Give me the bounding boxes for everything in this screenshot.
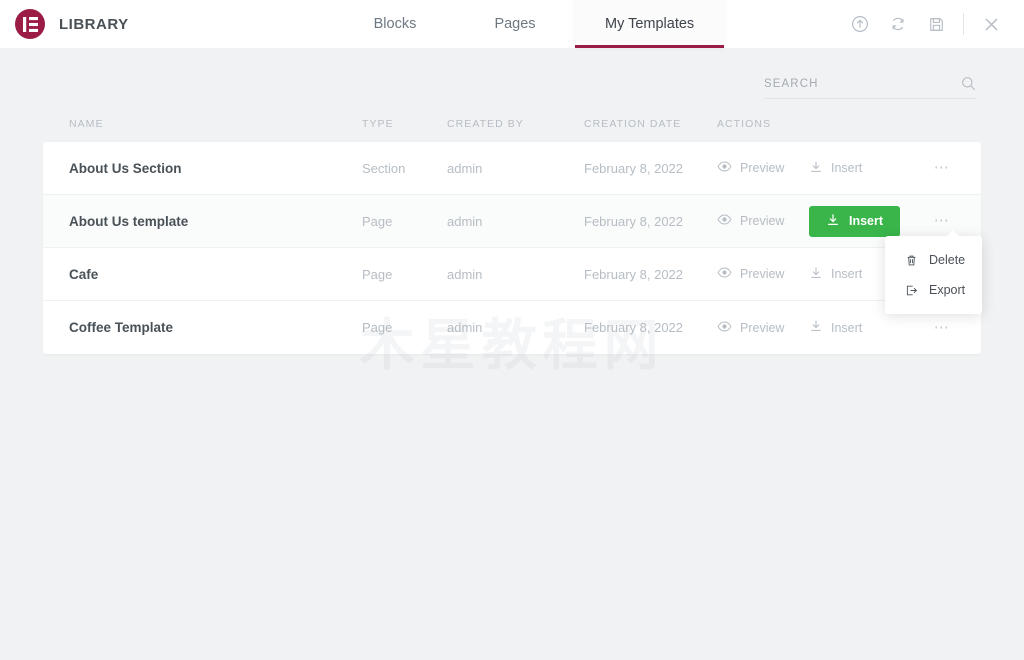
column-header-name: NAME <box>69 118 104 130</box>
cell-type: Page <box>362 320 393 335</box>
cell-name: About Us Section <box>69 160 182 176</box>
insert-button-active[interactable]: Insert <box>809 205 901 237</box>
preview-label: Preview <box>740 267 785 281</box>
insert-button[interactable]: Insert <box>809 160 901 177</box>
sync-icon[interactable] <box>879 0 917 48</box>
download-icon-glyph <box>828 213 838 225</box>
close-icon[interactable] <box>972 0 1010 48</box>
cell-creation-date: February 8, 2022 <box>584 160 684 176</box>
cell-created-by: admin <box>447 320 483 335</box>
sync-icon-glyph <box>892 17 904 31</box>
search-icon[interactable] <box>961 76 976 91</box>
preview-label: Preview <box>740 320 785 335</box>
row-context-menu: Delete Export <box>885 230 982 314</box>
library-tabs: Blocks Pages My Templates <box>335 0 725 48</box>
cell-type: Section <box>362 160 406 176</box>
tab-my-templates[interactable]: My Templates <box>575 0 725 48</box>
download-icon-glyph <box>811 266 821 278</box>
trash-icon-glyph <box>907 255 916 265</box>
download-icon-glyph <box>811 160 821 172</box>
preview-button[interactable]: Preview <box>717 212 809 230</box>
table-header-row: NAME TYPE CREATED BY CREATION DATE ACTIO… <box>43 118 981 142</box>
preview-button[interactable]: Preview <box>717 319 809 337</box>
eye-icon <box>717 265 732 283</box>
cell-actions: Preview Insert ⋯ <box>717 205 982 314</box>
cell-name: Coffee Template <box>69 320 174 335</box>
cell-created-by: admin <box>447 266 483 282</box>
insert-label: Insert <box>831 267 863 281</box>
column-header-creation-date: CREATION DATE <box>584 118 682 130</box>
export-icon <box>905 284 919 297</box>
table-row[interactable]: Cafe Page admin February 8, 2022 Preview <box>43 248 981 301</box>
table-body: About Us Section Section admin February … <box>43 142 982 354</box>
column-header-type: TYPE <box>362 118 394 130</box>
column-header-created-by: CREATED BY <box>447 118 524 130</box>
library-title: LIBRARY <box>59 15 129 33</box>
eye-icon-glyph <box>717 161 732 172</box>
preview-label: Preview <box>740 161 785 175</box>
cell-type: Page <box>362 213 393 229</box>
elementor-logo[interactable] <box>15 9 45 39</box>
download-icon <box>809 319 823 336</box>
cell-creation-date: February 8, 2022 <box>584 213 684 229</box>
table-row[interactable]: About Us Section Section admin February … <box>43 142 981 195</box>
cell-created-by: admin <box>447 213 483 229</box>
row-more-menu-button[interactable]: ⋯ <box>929 315 955 341</box>
cell-actions: Preview Insert ⋯ <box>717 315 955 341</box>
cell-created-by: admin <box>447 160 483 176</box>
app-header: LIBRARY Blocks Pages My Templates <box>0 0 1024 48</box>
search-input[interactable] <box>764 77 961 90</box>
templates-table: NAME TYPE CREATED BY CREATION DATE ACTIO… <box>43 118 982 354</box>
eye-icon-glyph <box>717 321 732 331</box>
export-icon-glyph <box>906 285 917 295</box>
tab-blocks[interactable]: Blocks <box>335 0 455 48</box>
insert-label: Insert <box>831 161 863 175</box>
eye-icon-glyph <box>717 267 732 278</box>
cell-type: Page <box>362 266 393 282</box>
row-more-menu-button[interactable]: ⋯ <box>929 155 955 181</box>
preview-button[interactable]: Preview <box>717 265 809 283</box>
header-spacer <box>724 0 841 48</box>
download-icon <box>826 213 840 230</box>
context-menu-item-export[interactable]: Export <box>885 275 982 305</box>
save-icon[interactable] <box>917 0 955 48</box>
trash-icon <box>905 254 919 267</box>
header-brand: LIBRARY <box>0 0 315 48</box>
insert-label: Insert <box>849 214 884 228</box>
download-icon <box>809 266 823 283</box>
eye-icon <box>717 319 732 337</box>
preview-label: Preview <box>740 214 785 228</box>
cell-creation-date: February 8, 2022 <box>584 266 684 282</box>
insert-button[interactable]: Insert <box>809 319 901 336</box>
search-box[interactable] <box>764 76 976 99</box>
upload-icon[interactable] <box>841 0 879 48</box>
cell-actions: Preview Insert ⋯ <box>717 155 955 181</box>
context-menu-label: Delete <box>929 253 966 267</box>
cell-creation-date: February 8, 2022 <box>584 320 684 335</box>
elementor-logo-mark <box>22 16 38 32</box>
eye-icon-glyph <box>717 214 732 225</box>
table-row[interactable]: Coffee Template Page admin February 8, 2… <box>43 301 981 354</box>
eye-icon <box>717 159 732 177</box>
download-icon <box>809 160 823 177</box>
table-row[interactable]: About Us template Page admin February 8,… <box>43 195 982 314</box>
library-content: NAME TYPE CREATED BY CREATION DATE ACTIO… <box>0 48 1024 660</box>
search-row <box>0 48 1024 99</box>
header-divider <box>963 13 964 35</box>
upload-icon-glyph <box>852 16 868 32</box>
context-menu-label: Export <box>929 283 966 297</box>
save-icon-glyph <box>929 17 943 31</box>
eye-icon <box>717 212 732 230</box>
header-actions <box>841 0 1024 48</box>
context-menu-item-delete[interactable]: Delete <box>885 245 982 275</box>
close-icon-glyph <box>985 18 997 30</box>
preview-button[interactable]: Preview <box>717 159 809 177</box>
tab-pages[interactable]: Pages <box>455 0 575 48</box>
download-icon-glyph <box>811 320 821 331</box>
cell-name: About Us template <box>69 213 189 229</box>
cell-name: Cafe <box>69 266 99 282</box>
search-icon-glyph <box>962 77 975 90</box>
column-header-actions: ACTIONS <box>717 118 772 130</box>
insert-label: Insert <box>831 320 863 335</box>
